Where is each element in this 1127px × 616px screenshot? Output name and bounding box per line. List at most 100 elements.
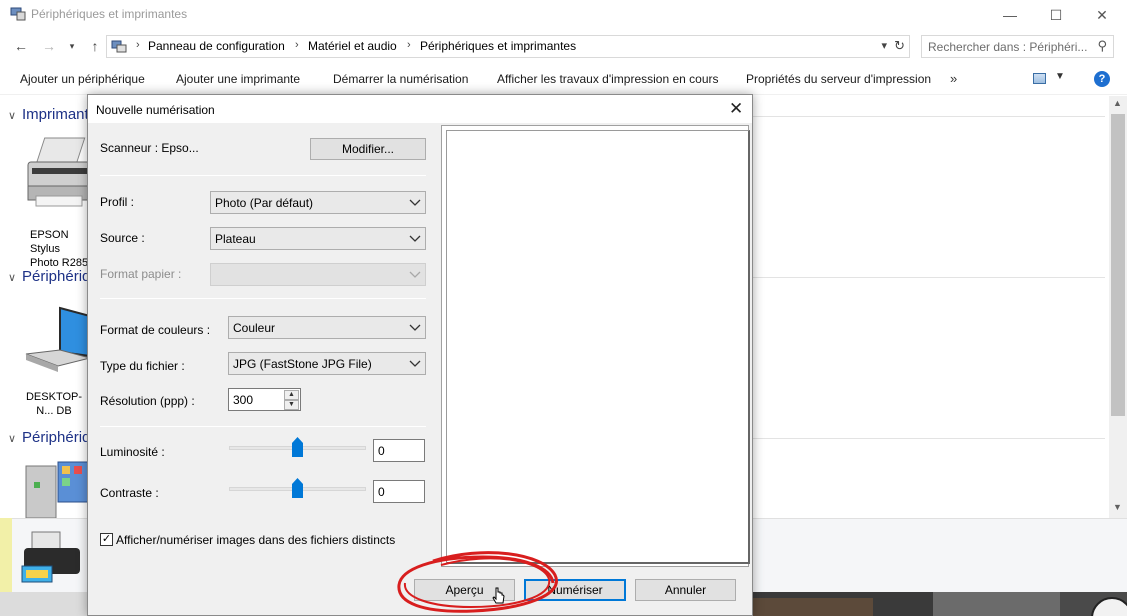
- contrast-slider-thumb[interactable]: [292, 478, 303, 498]
- control-panel-icon: [111, 40, 127, 53]
- section-divider: [100, 426, 426, 427]
- back-button[interactable]: ←: [12, 37, 30, 55]
- dialog-title: Nouvelle numérisation: [96, 103, 215, 117]
- breadcrumb-devices-printers[interactable]: Périphériques et imprimantes: [420, 39, 576, 53]
- profile-label: Profil :: [100, 195, 135, 209]
- separate-files-checkbox[interactable]: ✓: [100, 533, 113, 546]
- chevron-down-icon: ∨: [8, 272, 17, 284]
- address-row: ← → ▾ ↑ › Panneau de configuration › Mat…: [0, 33, 1127, 59]
- color-format-label: Format de couleurs :: [100, 323, 211, 337]
- search-icon[interactable]: ⚲: [1097, 38, 1107, 54]
- new-scan-dialog: Nouvelle numérisation ✕ Scanneur : Epso.…: [87, 94, 753, 616]
- file-type-label: Type du fichier :: [100, 359, 185, 373]
- resolution-spinner[interactable]: 300 ▲ ▼: [228, 388, 301, 411]
- scanner-label: Scanneur : Epso...: [100, 141, 199, 155]
- laptop-device-icon[interactable]: [24, 306, 90, 376]
- modify-scanner-button[interactable]: Modifier...: [310, 138, 426, 160]
- minimize-icon: —: [1003, 7, 1017, 23]
- printer-device-icon[interactable]: [22, 134, 90, 220]
- back-icon: ←: [14, 38, 28, 54]
- scan-preview-area: [441, 125, 750, 567]
- chevron-down-icon: [409, 271, 421, 278]
- media-device-icon[interactable]: [22, 458, 90, 518]
- preview-frame: [446, 130, 750, 564]
- resolution-value: 300: [233, 393, 254, 407]
- server-properties-button[interactable]: Propriétés du serveur d'impression: [746, 72, 931, 86]
- scroll-down-icon[interactable]: ▼: [1113, 502, 1122, 512]
- window-titlebar: Périphériques et imprimantes — ☐ ✕: [0, 0, 1127, 30]
- close-icon: ✕: [1096, 6, 1108, 23]
- paper-size-label: Format papier :: [100, 267, 182, 281]
- chevron-down-icon: [409, 324, 421, 331]
- devices-printers-icon: [10, 7, 26, 21]
- address-bar[interactable]: › Panneau de configuration › Matériel et…: [106, 35, 910, 58]
- brightness-input[interactable]: 0: [373, 439, 425, 462]
- brightness-slider-thumb[interactable]: [292, 437, 303, 457]
- breadcrumb-hardware-audio[interactable]: Matériel et audio: [308, 39, 397, 53]
- change-view-icon[interactable]: [1033, 73, 1046, 84]
- command-bar: Ajouter un périphérique Ajouter une impr…: [0, 63, 1127, 95]
- up-icon: ↑: [91, 38, 99, 54]
- group-divider: [750, 116, 1105, 117]
- chevron-down-icon: [409, 199, 421, 206]
- resolution-label: Résolution (ppp) :: [100, 394, 195, 408]
- file-type-select[interactable]: JPG (FastStone JPG File): [228, 352, 426, 375]
- add-printer-button[interactable]: Ajouter une imprimante: [176, 72, 300, 86]
- brightness-label: Luminosité :: [100, 445, 165, 459]
- forward-icon: →: [42, 38, 56, 54]
- selected-printer-icon: [21, 531, 80, 583]
- window-title: Périphériques et imprimantes: [31, 7, 188, 21]
- contrast-input[interactable]: 0: [373, 480, 425, 503]
- group-divider: [750, 277, 1105, 278]
- chevron-down-icon: ∨: [8, 110, 17, 122]
- breadcrumb-control-panel[interactable]: Panneau de configuration: [148, 39, 285, 53]
- separate-files-label: Afficher/numériser images dans des fichi…: [116, 533, 396, 547]
- search-input[interactable]: [928, 39, 1088, 55]
- spin-up-icon[interactable]: ▲: [284, 390, 299, 400]
- device-label-epson: EPSON Stylus Photo R285: [30, 229, 89, 269]
- start-scan-button[interactable]: Démarrer la numérisation: [333, 72, 468, 86]
- maximize-button[interactable]: ☐: [1033, 0, 1079, 30]
- scrollbar-thumb[interactable]: [1111, 114, 1125, 416]
- profile-select[interactable]: Photo (Par défaut): [210, 191, 426, 214]
- search-box[interactable]: ⚲: [921, 35, 1114, 58]
- preview-button[interactable]: Aperçu: [414, 579, 515, 601]
- maximize-icon: ☐: [1049, 6, 1063, 23]
- add-device-button[interactable]: Ajouter un périphérique: [20, 72, 145, 86]
- dialog-close-icon[interactable]: ✕: [729, 99, 743, 119]
- chevron-down-icon: ∨: [8, 433, 17, 445]
- dialog-body: Scanneur : Epso... Modifier... Profil : …: [88, 123, 752, 615]
- contrast-label: Contraste :: [100, 486, 159, 500]
- chevron-down-icon: ▾: [69, 41, 75, 51]
- breadcrumb-separator: ›: [136, 39, 140, 51]
- paper-size-select[interactable]: [210, 263, 426, 286]
- section-divider: [100, 298, 426, 299]
- more-commands-button[interactable]: »: [950, 71, 957, 86]
- desktop-background-clock: [1060, 592, 1127, 616]
- dialog-titlebar: Nouvelle numérisation ✕: [88, 95, 752, 123]
- spin-down-icon[interactable]: ▼: [284, 400, 299, 410]
- section-divider: [100, 175, 426, 176]
- help-icon[interactable]: ?: [1094, 71, 1110, 87]
- vertical-scrollbar[interactable]: ▲ ▼: [1109, 96, 1127, 518]
- minimize-button[interactable]: —: [987, 0, 1033, 30]
- scroll-up-icon[interactable]: ▲: [1113, 98, 1122, 108]
- color-format-select[interactable]: Couleur: [228, 316, 426, 339]
- address-dropdown-icon[interactable]: ▾: [881, 39, 887, 52]
- desktop-background: [753, 592, 1060, 616]
- close-window-button[interactable]: ✕: [1079, 0, 1125, 30]
- up-button[interactable]: ↑: [86, 37, 104, 55]
- print-jobs-button[interactable]: Afficher les travaux d'impression en cou…: [497, 72, 719, 86]
- source-label: Source :: [100, 231, 145, 245]
- chevron-down-icon: [409, 235, 421, 242]
- device-label-desktop: DESKTOP-N... DB: [25, 391, 83, 417]
- group-divider: [750, 438, 1105, 439]
- cancel-button[interactable]: Annuler: [635, 579, 736, 601]
- forward-button[interactable]: →: [40, 37, 58, 55]
- source-select[interactable]: Plateau: [210, 227, 426, 250]
- recent-locations-button[interactable]: ▾: [63, 37, 81, 55]
- view-dropdown-icon[interactable]: ▼: [1055, 71, 1065, 82]
- scan-button[interactable]: Numériser: [524, 579, 626, 601]
- breadcrumb-separator: ›: [295, 39, 299, 51]
- refresh-icon[interactable]: ↻: [894, 38, 905, 54]
